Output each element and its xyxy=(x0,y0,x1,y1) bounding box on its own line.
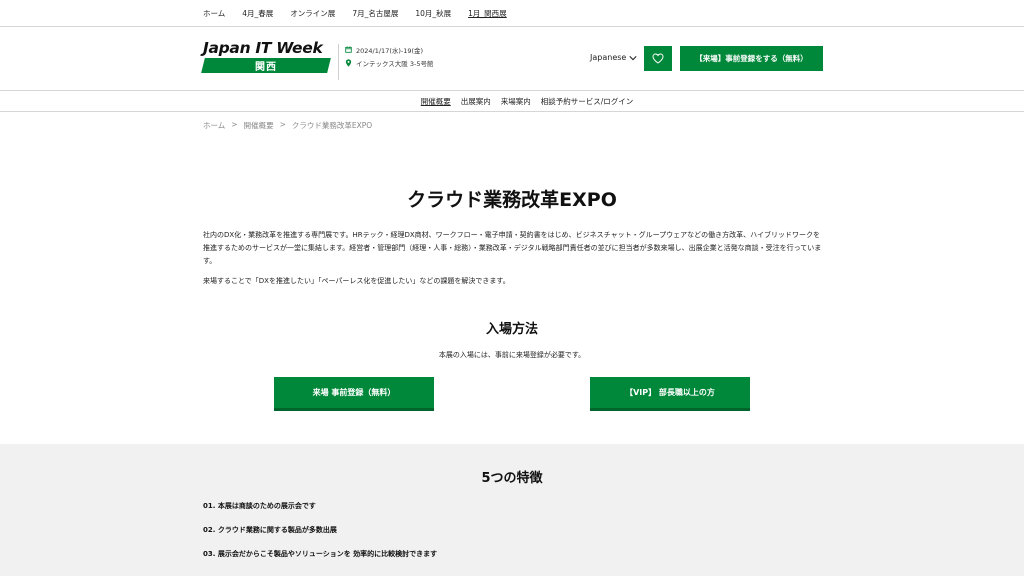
calendar-icon xyxy=(345,46,352,53)
event-info: 2024/1/17(水)-19(金) インテックス大阪 3-5号館 xyxy=(345,43,434,69)
location-pin-icon xyxy=(345,58,352,67)
general-register-button[interactable]: 来場 事前登録（無料） xyxy=(274,377,434,411)
chevron-down-icon xyxy=(629,55,637,60)
subnav-consult-login[interactable]: 相談予約サービス/ログイン xyxy=(541,96,634,107)
language-select[interactable]: Japanese xyxy=(590,53,637,62)
language-label: Japanese xyxy=(590,53,627,62)
breadcrumb-separator: > xyxy=(231,120,238,129)
expo-description: 社内のDX化・業務改革を推進する専門展です。HRテック・経理DX商材、ワークフロ… xyxy=(203,231,822,265)
topnav-autumn[interactable]: 10月_秋展 xyxy=(415,8,451,19)
entry-section-title: 入場方法 xyxy=(485,322,538,337)
subnav-exhibit[interactable]: 出展案内 xyxy=(461,96,491,107)
logo-subtitle: 関西 xyxy=(255,62,277,73)
vip-register-button[interactable]: 【VIP】 部長職以上の方 xyxy=(590,377,750,411)
header-divider xyxy=(338,44,339,80)
logo-title: Japan IT Week xyxy=(203,39,323,57)
site-header: Japan IT Week 関西 2024/1/17(水)-19(金) インテッ… xyxy=(0,27,1024,91)
topnav-spring[interactable]: 4月_春展 xyxy=(242,8,273,19)
breadcrumb-current: クラウド業務改革EXPO xyxy=(291,121,373,130)
heart-icon xyxy=(652,53,664,64)
breadcrumb-home[interactable]: ホーム xyxy=(203,120,225,131)
expo-description-benefit: 来場することで「DXを推進したい」「ペーパーレス化を促進したい」などの課題を解決… xyxy=(203,277,510,285)
event-venue: インテックス大阪 3-5号館 xyxy=(345,56,434,69)
logo-band: 関西 xyxy=(201,58,331,73)
topnav-online[interactable]: オンライン展 xyxy=(290,8,335,19)
topnav-nagoya[interactable]: 7月_名古屋展 xyxy=(352,8,398,19)
breadcrumb-overview[interactable]: 開催概要 xyxy=(244,120,274,131)
topnav-kansai[interactable]: 1月_関西展 xyxy=(468,8,507,19)
event-venue-text: インテックス大阪 3-5号館 xyxy=(356,59,434,68)
breadcrumb-separator: > xyxy=(279,120,286,129)
feature-item: 03. 展示会だからこそ製品やソリューションを 効率的に比較検討できます xyxy=(203,550,438,558)
page-title: クラウド業務改革EXPO xyxy=(407,189,617,211)
top-nav: ホーム 4月_春展 オンライン展 7月_名古屋展 10月_秋展 1月_関西展 xyxy=(0,0,1024,27)
feature-item: 01. 本展は商談のための展示会です xyxy=(203,502,316,510)
topnav-home[interactable]: ホーム xyxy=(203,8,225,19)
page: ホーム 4月_春展 オンライン展 7月_名古屋展 10月_秋展 1月_関西展 J… xyxy=(0,0,1024,576)
site-logo[interactable]: Japan IT Week 関西 xyxy=(201,39,331,73)
sub-nav: 開催概要 出展案内 来場案内 相談予約サービス/ログイン xyxy=(0,91,1024,112)
feature-item: 02. クラウド業務に関する製品が多数出展 xyxy=(203,526,337,534)
favorite-button[interactable] xyxy=(644,46,672,71)
entry-section-subtitle: 本展の入場には、事前に来場登録が必要です。 xyxy=(438,351,586,359)
features-section: 5つの特徴 01. 本展は商談のための展示会です 02. クラウド業務に関する製… xyxy=(0,444,1024,576)
breadcrumb: ホーム > 開催概要 > クラウド業務改革EXPO xyxy=(203,120,378,131)
subnav-visit[interactable]: 来場案内 xyxy=(501,96,531,107)
visitor-register-button[interactable]: 【来場】事前登録をする（無料） xyxy=(680,46,823,71)
subnav-overview[interactable]: 開催概要 xyxy=(421,96,451,107)
event-date-text: 2024/1/17(水)-19(金) xyxy=(356,46,424,55)
event-date: 2024/1/17(水)-19(金) xyxy=(345,43,434,56)
features-title: 5つの特徴 xyxy=(481,471,543,486)
